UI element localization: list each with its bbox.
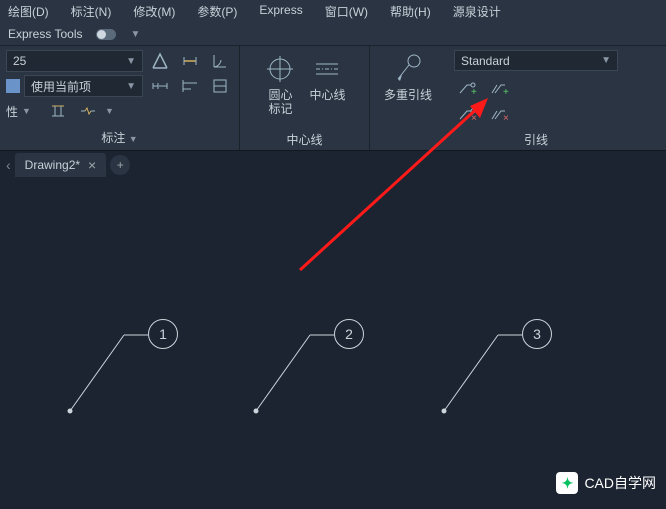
svg-text:×: × — [503, 113, 509, 123]
menu-window[interactable]: 窗口(W) — [325, 3, 368, 20]
menu-draw[interactable]: 绘图(D) — [8, 3, 49, 20]
watermark-text: CAD自学网 — [584, 473, 656, 493]
properties-label: 性 — [6, 103, 18, 120]
express-tools-tab[interactable]: Express Tools — [8, 27, 82, 41]
chevron-down-icon: ▼ — [126, 56, 136, 67]
dim-quick-icon[interactable] — [207, 75, 233, 97]
dimension-panel-label: 标注 ▼ — [6, 127, 233, 146]
centerline-icon — [310, 52, 344, 86]
leader-align-add-icon[interactable]: + — [486, 77, 512, 99]
balloon-3: 3 — [522, 319, 552, 349]
tab-label: Drawing2* — [25, 158, 80, 172]
multileader-icon — [391, 52, 425, 86]
layer-color-icon — [6, 79, 20, 93]
chevron-down-icon[interactable]: ▼ — [105, 106, 114, 116]
chevron-down-icon[interactable]: ▼ — [130, 29, 140, 40]
chevron-down-icon: ▼ — [601, 55, 611, 66]
leader-panel: Standard ▼ + + × × 引线 — [446, 46, 626, 150]
wechat-icon: ✦ — [556, 472, 578, 494]
centerline-panel-label: 中心线 — [286, 129, 322, 148]
sub-bar: Express Tools ▼ — [0, 23, 666, 46]
centerline-panel: 圆心 标记 中心线 中心线 — [240, 46, 370, 150]
drawing-canvas[interactable]: 1 2 3 — [0, 179, 666, 509]
multileader-button-panel: 多重引线 — [370, 46, 446, 150]
dim-style-combo[interactable]: 25 ▼ — [6, 50, 143, 72]
leader-add-icon[interactable]: + — [454, 77, 480, 99]
dim-update-icon[interactable] — [147, 50, 173, 72]
new-tab-button[interactable]: + — [110, 155, 130, 175]
dim-break-icon[interactable] — [75, 100, 101, 122]
center-mark-icon — [263, 52, 297, 86]
use-current-combo[interactable]: 使用当前项 ▼ — [24, 75, 143, 97]
tab-scroll-left[interactable]: ‹ — [6, 157, 11, 173]
menu-param[interactable]: 参数(P) — [197, 3, 237, 20]
menu-bar: 绘图(D) 标注(N) 修改(M) 参数(P) Express 窗口(W) 帮助… — [0, 0, 666, 23]
leader-style-combo[interactable]: Standard ▼ — [454, 50, 618, 71]
dim-baseline-icon[interactable] — [177, 75, 203, 97]
layer-toggle[interactable] — [96, 29, 116, 40]
use-current-label: 使用当前项 — [31, 78, 91, 95]
balloon-2: 2 — [334, 319, 364, 349]
menu-help[interactable]: 帮助(H) — [390, 3, 431, 20]
dimension-panel: 25 ▼ 使用当前项 ▼ — [0, 46, 240, 150]
centerline-label: 中心线 — [309, 88, 345, 102]
dim-continue-icon[interactable] — [147, 75, 173, 97]
svg-text:+: + — [471, 87, 477, 97]
dim-angular-icon[interactable] — [207, 50, 233, 72]
svg-text:+: + — [503, 87, 509, 97]
centerline-button[interactable]: 中心线 — [309, 52, 345, 117]
document-tabs: ‹ Drawing2* × + — [0, 151, 666, 179]
leader-remove-icon[interactable]: × — [454, 103, 480, 125]
leader-panel-label: 引线 — [454, 129, 618, 148]
menu-modify[interactable]: 修改(M) — [133, 3, 175, 20]
leader-style-value: Standard — [461, 54, 510, 68]
close-icon[interactable]: × — [88, 157, 96, 173]
chevron-down-icon[interactable]: ▼ — [22, 106, 31, 116]
dim-linear-icon[interactable] — [177, 50, 203, 72]
leader-collect-remove-icon[interactable]: × — [486, 103, 512, 125]
dim-style-value: 25 — [13, 54, 26, 68]
dim-override-icon[interactable] — [45, 100, 71, 122]
watermark: ✦ CAD自学网 — [556, 472, 656, 494]
tab-drawing2[interactable]: Drawing2* × — [15, 153, 107, 177]
menu-yuanquan[interactable]: 源泉设计 — [453, 3, 501, 20]
chevron-down-icon: ▼ — [126, 81, 136, 92]
menu-dimension[interactable]: 标注(N) — [71, 3, 112, 20]
multileader-label: 多重引线 — [384, 88, 432, 102]
balloon-1: 1 — [148, 319, 178, 349]
menu-express[interactable]: Express — [259, 3, 302, 20]
svg-text:×: × — [471, 113, 477, 123]
multileader-button[interactable]: 多重引线 — [384, 52, 432, 102]
center-mark-button[interactable]: 圆心 标记 — [263, 52, 297, 117]
center-mark-label: 圆心 标记 — [268, 88, 292, 117]
ribbon: 25 ▼ 使用当前项 ▼ — [0, 46, 666, 151]
